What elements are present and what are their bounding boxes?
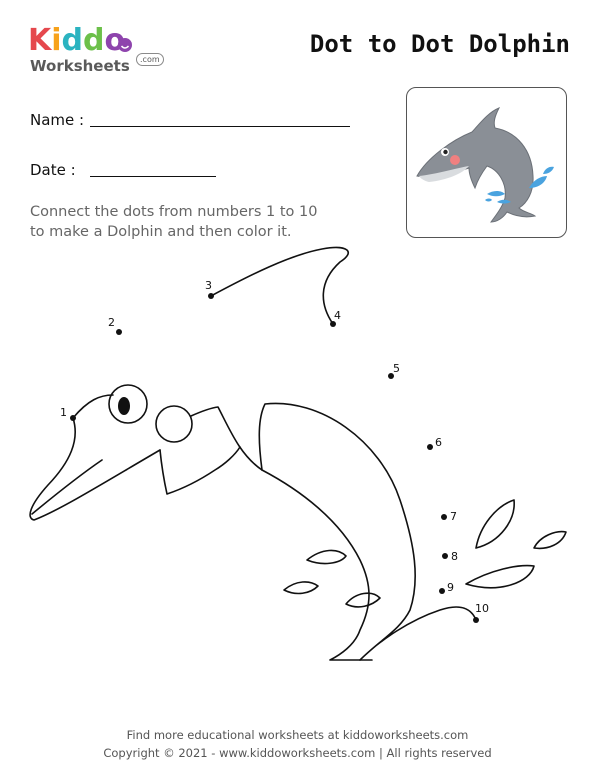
footer-copyright: Copyright © 2021 - www.kiddoworksheets.c… (103, 746, 492, 760)
dot-8 (442, 553, 448, 559)
dolphin-reference-icon (416, 107, 554, 223)
logo-domain-badge: .com (136, 53, 164, 66)
dot-10 (473, 617, 479, 623)
dot-label-4: 4 (334, 309, 341, 322)
splash-2 (283, 581, 319, 595)
body-outline (258, 402, 477, 661)
splash-4 (475, 499, 515, 549)
dot-3 (208, 293, 214, 299)
back-outline (190, 406, 263, 471)
belly-outline (261, 469, 373, 661)
dot-1 (70, 415, 76, 421)
dot-label-7: 7 (450, 510, 457, 523)
splash-3 (345, 592, 381, 608)
logo-letter: i (51, 23, 62, 58)
name-write-line[interactable] (90, 126, 350, 127)
splash-6 (465, 564, 535, 589)
splash-1 (306, 549, 347, 565)
mouth-line (31, 459, 103, 515)
reference-picture-box (406, 87, 567, 238)
dot-label-1: 1 (60, 406, 67, 419)
dot-5 (388, 373, 394, 379)
dot-7 (441, 514, 447, 520)
logo-letter: o (104, 23, 126, 58)
dot-label-6: 6 (435, 436, 442, 449)
dot-label-5: 5 (393, 362, 400, 375)
instructions-line-1: Connect the dots from numbers 1 to 10 (30, 204, 318, 220)
dorsal-fin-outline (210, 246, 349, 325)
logo-letter: d (83, 23, 105, 58)
dot-2 (116, 329, 122, 335)
logo-letter: d (61, 23, 84, 58)
flipper-outline (159, 446, 241, 495)
date-label: Date : (30, 161, 76, 179)
logo-subtext: Worksheets (30, 57, 130, 75)
dot-9 (439, 588, 445, 594)
instructions: Connect the dots from numbers 1 to 10 to… (30, 202, 370, 242)
splash-5 (533, 530, 567, 550)
dot-4 (330, 321, 336, 327)
dot-label-10: 10 (475, 602, 489, 615)
dot-6 (427, 444, 433, 450)
date-write-line[interactable] (90, 176, 216, 177)
dolphin-cheek (155, 405, 193, 443)
instructions-line-2: to make a Dolphin and then color it. (30, 224, 292, 240)
head-outline (72, 394, 114, 419)
dot-label-2: 2 (108, 316, 115, 329)
snout-outline (29, 417, 161, 521)
dot-label-3: 3 (205, 279, 212, 292)
logo-wordmark: Kiddo (28, 24, 125, 58)
dolphin-pupil (118, 397, 130, 415)
kiddo-worksheets-logo: Kiddo Worksheets .com (28, 24, 178, 84)
footer-promo: Find more educational worksheets at kidd… (126, 728, 469, 742)
dolphin-eye (108, 384, 148, 424)
logo-letter: K (28, 23, 52, 58)
dot-label-8: 8 (451, 550, 458, 563)
name-label: Name : (30, 111, 85, 129)
page-title: Dot to Dot Dolphin (309, 30, 570, 58)
dot-label-9: 9 (447, 581, 454, 594)
